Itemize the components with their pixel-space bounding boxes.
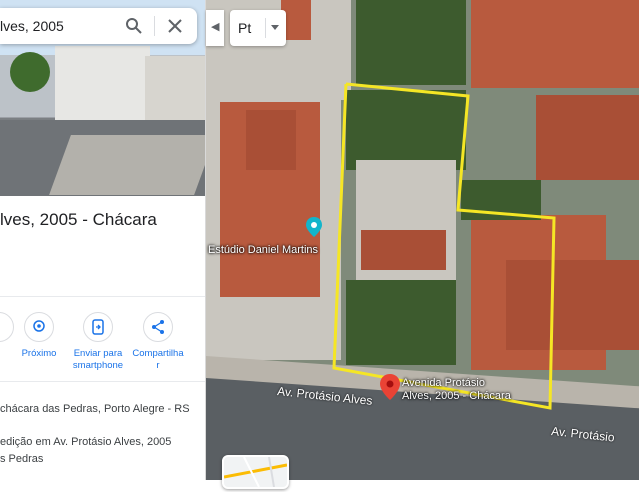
share-icon bbox=[152, 320, 164, 334]
layers-minimap-button[interactable] bbox=[222, 455, 289, 489]
building-line2: s Pedras bbox=[0, 453, 44, 465]
search-input[interactable]: lves, 2005 bbox=[0, 18, 64, 34]
send-to-phone-label-line2: smartphone bbox=[72, 360, 124, 371]
place-panel: lves, 2005 lves, 2005 - Chácara Próximo bbox=[0, 0, 206, 480]
property-outline bbox=[332, 82, 556, 410]
business-pin-icon[interactable] bbox=[306, 217, 322, 237]
pin-label-line2: Alves, 2005 - Chácara bbox=[402, 390, 511, 402]
send-to-phone-label-line1: Enviar para bbox=[73, 348, 123, 359]
place-title: lves, 2005 - Chácara bbox=[0, 210, 157, 229]
search-divider bbox=[154, 16, 155, 36]
share-label-line1: Compartilha bbox=[132, 348, 184, 359]
layer-divider bbox=[265, 18, 266, 38]
dropdown-icon[interactable] bbox=[271, 25, 279, 30]
business-label[interactable]: Estúdio Daniel Martins bbox=[208, 244, 318, 256]
street-building bbox=[55, 46, 150, 120]
share-button[interactable]: Compartilha r bbox=[127, 312, 189, 372]
location-pin-icon[interactable] bbox=[380, 374, 400, 400]
property-boundary bbox=[332, 82, 556, 410]
send-to-phone-icon bbox=[92, 319, 104, 335]
divider bbox=[0, 381, 205, 382]
language-layer-button[interactable]: Pt bbox=[230, 10, 286, 46]
collapse-panel-button[interactable]: ◀ bbox=[206, 10, 224, 46]
pin-label[interactable]: Avenida Protásio Alves, 2005 - Chácara bbox=[402, 377, 511, 403]
map-thumbnail-icon bbox=[223, 456, 288, 488]
send-to-phone-button[interactable]: Enviar para smartphone bbox=[67, 312, 129, 372]
satellite-map[interactable]: Estúdio Daniel Martins Avenida Protásio … bbox=[206, 0, 639, 480]
address-text: chácara das Pedras, Porto Alegre - RS bbox=[0, 403, 190, 415]
nearby-label: Próximo bbox=[21, 348, 57, 359]
close-icon[interactable] bbox=[166, 17, 184, 35]
street-sidewalk bbox=[49, 135, 205, 195]
pin-label-line1: Avenida Protásio bbox=[402, 377, 485, 389]
nearby-button[interactable]: Próximo bbox=[8, 312, 70, 360]
divider bbox=[0, 296, 205, 297]
layer-label: Pt bbox=[238, 20, 252, 36]
street-tree bbox=[10, 52, 50, 92]
search-box[interactable]: lves, 2005 bbox=[0, 8, 197, 44]
building-line1: edição em Av. Protásio Alves, 2005 bbox=[0, 436, 172, 448]
building-text: edição em Av. Protásio Alves, 2005 s Ped… bbox=[0, 434, 171, 468]
nearby-icon bbox=[33, 320, 45, 332]
share-label-line2: r bbox=[156, 360, 160, 371]
search-icon[interactable] bbox=[125, 17, 143, 35]
chevron-left-icon: ◀ bbox=[211, 21, 220, 33]
